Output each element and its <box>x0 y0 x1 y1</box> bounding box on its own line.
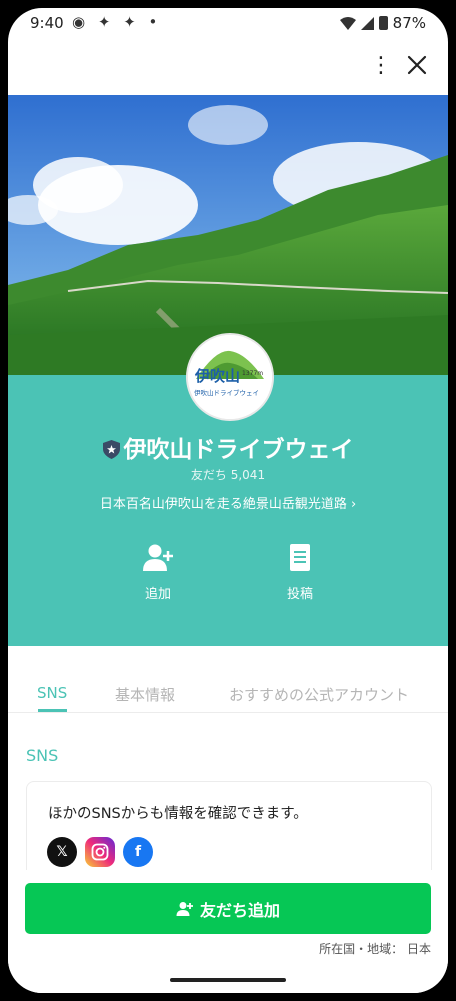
tab-basic-info[interactable]: 基本情報 <box>115 684 175 705</box>
account-description[interactable]: 日本百名山伊吹山を走る絶景山岳観光道路 › <box>8 493 448 512</box>
account-avatar[interactable]: 伊吹山 1377m 伊吹山ドライブウェイ <box>186 333 274 421</box>
add-friend-small-icon <box>176 901 193 916</box>
sns-section-title: SNS <box>26 746 59 765</box>
status-time: 9:40 <box>30 14 64 32</box>
logo-subtext: 伊吹山ドライブウェイ <box>194 389 259 397</box>
screen: 9:40 ◉ ✦ ✦ • 87% ⋮ 伊吹山 1377m 伊吹山ドライブウェイ … <box>8 8 448 993</box>
instagram-icon[interactable] <box>85 837 115 867</box>
account-name-row: 伊吹山ドライブウェイ <box>8 430 448 464</box>
status-right: 87% <box>339 14 426 32</box>
sns-card-text: ほかのSNSからも情報を確認できます。 <box>48 806 308 822</box>
gesture-bar[interactable] <box>170 978 286 982</box>
battery-icon <box>378 16 388 30</box>
x-icon[interactable]: 𝕏 <box>47 837 77 867</box>
wifi-icon <box>339 16 356 30</box>
post-icon <box>290 544 310 571</box>
logo-text: 伊吹山 <box>195 367 241 385</box>
tab-recommended-accounts[interactable]: おすすめの公式アカウント <box>229 684 409 705</box>
profile-header: 伊吹山 1377m 伊吹山ドライブウェイ 伊吹山ドライブウェイ 友だち 5,04… <box>8 333 448 646</box>
add-action-label: 追加 <box>144 587 171 602</box>
tab-sns[interactable]: SNS <box>37 684 67 702</box>
more-menu-icon[interactable]: ⋮ <box>370 54 392 78</box>
active-tab-indicator <box>38 709 67 712</box>
bottom-bar: 友だち追加 所在国・地域： 日本 <box>8 870 448 993</box>
region-text: 所在国・地域： 日本 <box>319 942 431 956</box>
instagram-glyph-icon <box>91 843 109 861</box>
add-friend-icon <box>143 544 173 571</box>
facebook-icon[interactable]: f <box>123 837 153 867</box>
logo-height: 1377m <box>242 370 264 377</box>
post-action[interactable]: 投稿 <box>260 543 340 602</box>
top-bar: ⋮ <box>8 38 448 95</box>
account-name: 伊吹山ドライブウェイ <box>123 437 354 463</box>
add-friend-button[interactable]: 友だち追加 <box>25 883 431 934</box>
friends-count: 友だち 5,041 <box>190 468 266 482</box>
add-friend-button-label: 友だち追加 <box>199 900 280 920</box>
tab-bar: SNS 基本情報 おすすめの公式アカウント <box>8 646 448 713</box>
battery-percent: 87% <box>392 14 426 32</box>
signal-icon <box>360 16 374 30</box>
notification-icons: ◉ ✦ ✦ • <box>72 13 162 31</box>
sns-icon-row: 𝕏 f <box>47 837 153 867</box>
status-bar: 9:40 ◉ ✦ ✦ • 87% <box>8 8 448 38</box>
post-action-label: 投稿 <box>286 587 313 602</box>
phone-frame: 9:40 ◉ ✦ ✦ • 87% ⋮ 伊吹山 1377m 伊吹山ドライブウェイ … <box>0 0 456 1001</box>
close-icon[interactable] <box>404 52 430 78</box>
add-action[interactable]: 追加 <box>118 543 198 602</box>
verified-shield-icon <box>102 440 120 459</box>
